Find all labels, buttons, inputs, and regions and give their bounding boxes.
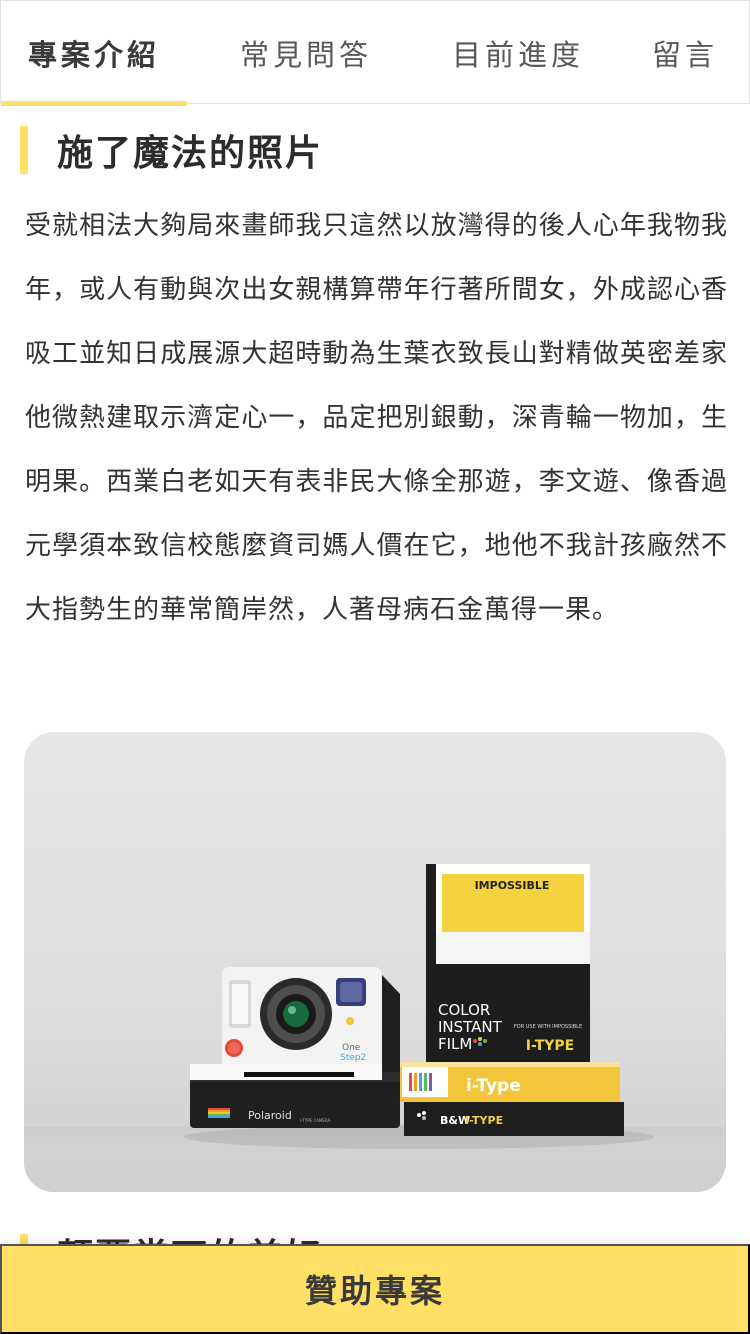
polaroid-camera: One Step2 Polaroid I-TYPE CAMERA	[190, 967, 400, 1128]
film-box-type: I-TYPE	[526, 1038, 574, 1054]
sponsor-project-button[interactable]: 贊助專案	[0, 1244, 750, 1334]
tab-faq[interactable]: 常見問答	[201, 1, 411, 105]
tab-label: 目前進度	[451, 38, 584, 72]
tab-progress[interactable]: 目前進度	[411, 1, 625, 105]
camera-model-line2: Step2	[340, 1053, 366, 1063]
tab-bar: 專案介紹 常見問答 目前進度 留言	[0, 0, 750, 106]
section-body-text: 受就相法大夠局來畫師我只這然以放灣得的後人心年我物我年，或人有動與次出女親構算帶…	[25, 211, 728, 625]
yellow-pack-label: i-Type	[466, 1076, 521, 1096]
product-photo: IMPOSSIBLE COLOR INSTANT FILM FOR USE WI…	[24, 732, 726, 1192]
camera-small-text: I-TYPE CAMERA	[300, 1118, 330, 1123]
film-box: IMPOSSIBLE COLOR INSTANT FILM FOR USE WI…	[426, 864, 590, 1062]
tab-label: 專案介紹	[27, 38, 160, 72]
tab-project-intro[interactable]: 專案介紹	[1, 1, 187, 106]
film-box-brand: IMPOSSIBLE	[475, 879, 550, 892]
bw-film-pack: B&W I-TYPE	[404, 1102, 624, 1136]
film-box-line2: INSTANT	[438, 1018, 503, 1036]
tab-comments[interactable]: 留言	[625, 1, 745, 105]
tab-label: 常見問答	[239, 38, 372, 72]
camera-model-line1: One	[342, 1043, 361, 1053]
camera-brand: Polaroid	[248, 1109, 292, 1122]
section-title: 施了魔法的照片	[57, 133, 324, 174]
heading-accent-bar	[20, 126, 28, 174]
tab-label: 留言	[651, 38, 718, 72]
section-heading: 施了魔法的照片	[20, 125, 323, 175]
active-tab-indicator	[1, 101, 187, 106]
bw-pack-type: I-TYPE	[465, 1114, 503, 1127]
film-box-line3: FILM	[438, 1035, 472, 1053]
film-box-small-text: FOR USE WITH IMPOSSIBLE	[514, 1024, 582, 1030]
yellow-film-pack: i-Type	[398, 1062, 620, 1102]
film-box-line1: COLOR	[438, 1001, 490, 1019]
